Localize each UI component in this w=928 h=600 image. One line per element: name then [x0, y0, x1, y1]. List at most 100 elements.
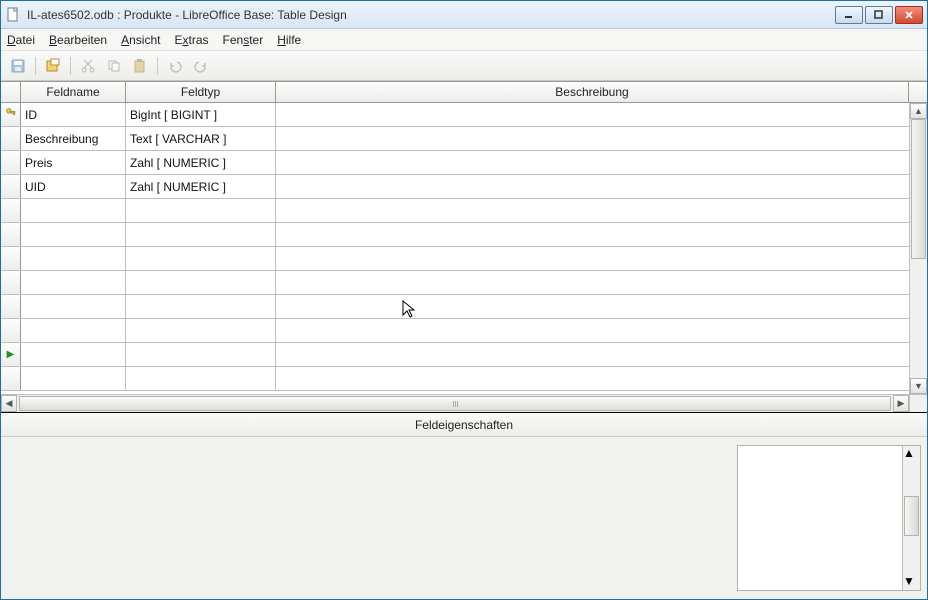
description-cell[interactable] — [276, 295, 909, 318]
fieldname-cell[interactable] — [21, 295, 126, 318]
fieldname-cell[interactable]: UID — [21, 175, 126, 198]
fieldtype-cell[interactable]: Zahl [ NUMERIC ] — [126, 175, 276, 198]
fieldname-cell[interactable]: Preis — [21, 151, 126, 174]
scroll-track[interactable] — [910, 119, 927, 378]
fieldname-cell[interactable] — [21, 343, 126, 366]
header-rowselector[interactable] — [1, 82, 21, 102]
scroll-up-icon[interactable]: ▲ — [903, 446, 920, 462]
close-button[interactable] — [895, 6, 923, 24]
table-design-grid: Feldname Feldtyp Beschreibung IDBigInt [… — [1, 81, 927, 413]
menu-extras[interactable]: Extras — [174, 33, 208, 47]
description-cell[interactable] — [276, 175, 909, 198]
table-row[interactable]: IDBigInt [ BIGINT ] — [1, 103, 909, 127]
table-row[interactable]: ▶ — [1, 343, 909, 367]
description-cell[interactable] — [276, 199, 909, 222]
row-selector[interactable] — [1, 175, 21, 198]
fieldname-cell[interactable]: ID — [21, 103, 126, 126]
fieldtype-cell[interactable] — [126, 295, 276, 318]
row-selector[interactable] — [1, 271, 21, 294]
menu-ansicht[interactable]: Ansicht — [121, 33, 160, 47]
description-cell[interactable] — [276, 223, 909, 246]
save-icon — [7, 55, 29, 77]
fieldtype-cell[interactable]: Zahl [ NUMERIC ] — [126, 151, 276, 174]
maximize-button[interactable] — [865, 6, 893, 24]
menu-hilfe[interactable]: Hilfe — [277, 33, 301, 47]
header-fieldtype[interactable]: Feldtyp — [126, 82, 276, 102]
row-selector[interactable] — [1, 247, 21, 270]
window-title: IL-ates6502.odb : Produkte - LibreOffice… — [27, 8, 835, 22]
description-cell[interactable] — [276, 367, 909, 390]
fieldtype-cell[interactable] — [126, 223, 276, 246]
table-row[interactable] — [1, 223, 909, 247]
fieldtype-cell[interactable] — [126, 343, 276, 366]
fieldname-cell[interactable] — [21, 199, 126, 222]
hscroll-thumb[interactable] — [19, 396, 891, 411]
table-row[interactable] — [1, 199, 909, 223]
table-row[interactable] — [1, 367, 909, 391]
table-row[interactable]: BeschreibungText [ VARCHAR ] — [1, 127, 909, 151]
row-selector[interactable] — [1, 319, 21, 342]
table-row[interactable]: UIDZahl [ NUMERIC ] — [1, 175, 909, 199]
scroll-thumb[interactable] — [904, 496, 919, 536]
field-properties-form — [1, 437, 737, 599]
window: IL-ates6502.odb : Produkte - LibreOffice… — [0, 0, 928, 600]
menu-fenster[interactable]: Fenster — [223, 33, 264, 47]
table-row[interactable]: PreisZahl [ NUMERIC ] — [1, 151, 909, 175]
table-row[interactable] — [1, 247, 909, 271]
scroll-thumb[interactable] — [911, 119, 926, 259]
fieldtype-cell[interactable]: Text [ VARCHAR ] — [126, 127, 276, 150]
description-cell[interactable] — [276, 151, 909, 174]
vertical-scrollbar[interactable]: ▲ ▼ — [909, 103, 927, 394]
menubar: Datei Bearbeiten Ansicht Extras Fenster … — [1, 29, 927, 51]
row-selector[interactable] — [1, 151, 21, 174]
scroll-up-icon[interactable]: ▲ — [910, 103, 927, 119]
table-row[interactable] — [1, 319, 909, 343]
fieldname-cell[interactable] — [21, 319, 126, 342]
fieldtype-cell[interactable]: BigInt [ BIGINT ] — [126, 103, 276, 126]
header-scrollspace — [909, 82, 927, 102]
fieldname-cell[interactable] — [21, 223, 126, 246]
fieldname-cell[interactable]: Beschreibung — [21, 127, 126, 150]
help-scrollbar[interactable]: ▲ ▼ — [902, 446, 920, 590]
description-cell[interactable] — [276, 271, 909, 294]
field-properties-panel: Feldeigenschaften ▲ ▼ — [1, 413, 927, 599]
description-cell[interactable] — [276, 103, 909, 126]
description-cell[interactable] — [276, 343, 909, 366]
minimize-button[interactable] — [835, 6, 863, 24]
description-cell[interactable] — [276, 319, 909, 342]
scroll-right-icon[interactable]: ▶ — [893, 395, 909, 412]
description-cell[interactable] — [276, 247, 909, 270]
index-design-icon[interactable] — [42, 55, 64, 77]
fieldtype-cell[interactable] — [126, 199, 276, 222]
scroll-down-icon[interactable]: ▼ — [910, 378, 927, 394]
menu-bearbeiten[interactable]: Bearbeiten — [49, 33, 107, 47]
redo-icon — [190, 55, 212, 77]
fieldtype-cell[interactable] — [126, 319, 276, 342]
row-selector[interactable] — [1, 199, 21, 222]
row-selector[interactable]: ▶ — [1, 343, 21, 366]
row-selector[interactable] — [1, 103, 21, 126]
fieldtype-cell[interactable] — [126, 247, 276, 270]
fieldtype-cell[interactable] — [126, 367, 276, 390]
fieldtype-cell[interactable] — [126, 271, 276, 294]
horizontal-scrollbar[interactable]: ◀ ▶ — [1, 394, 927, 412]
fieldname-cell[interactable] — [21, 367, 126, 390]
hscroll-track[interactable] — [17, 395, 893, 412]
fieldname-cell[interactable] — [21, 247, 126, 270]
row-selector[interactable] — [1, 127, 21, 150]
header-description[interactable]: Beschreibung — [276, 82, 909, 102]
fieldname-cell[interactable] — [21, 271, 126, 294]
row-selector[interactable] — [1, 367, 21, 390]
table-row[interactable] — [1, 295, 909, 319]
row-selector[interactable] — [1, 295, 21, 318]
menu-datei[interactable]: Datei — [7, 33, 35, 47]
header-fieldname[interactable]: Feldname — [21, 82, 126, 102]
description-cell[interactable] — [276, 127, 909, 150]
scroll-down-icon[interactable]: ▼ — [903, 574, 920, 590]
toolbar-separator — [70, 57, 71, 75]
window-controls — [835, 6, 923, 24]
scroll-left-icon[interactable]: ◀ — [1, 395, 17, 412]
undo-icon — [164, 55, 186, 77]
row-selector[interactable] — [1, 223, 21, 246]
table-row[interactable] — [1, 271, 909, 295]
